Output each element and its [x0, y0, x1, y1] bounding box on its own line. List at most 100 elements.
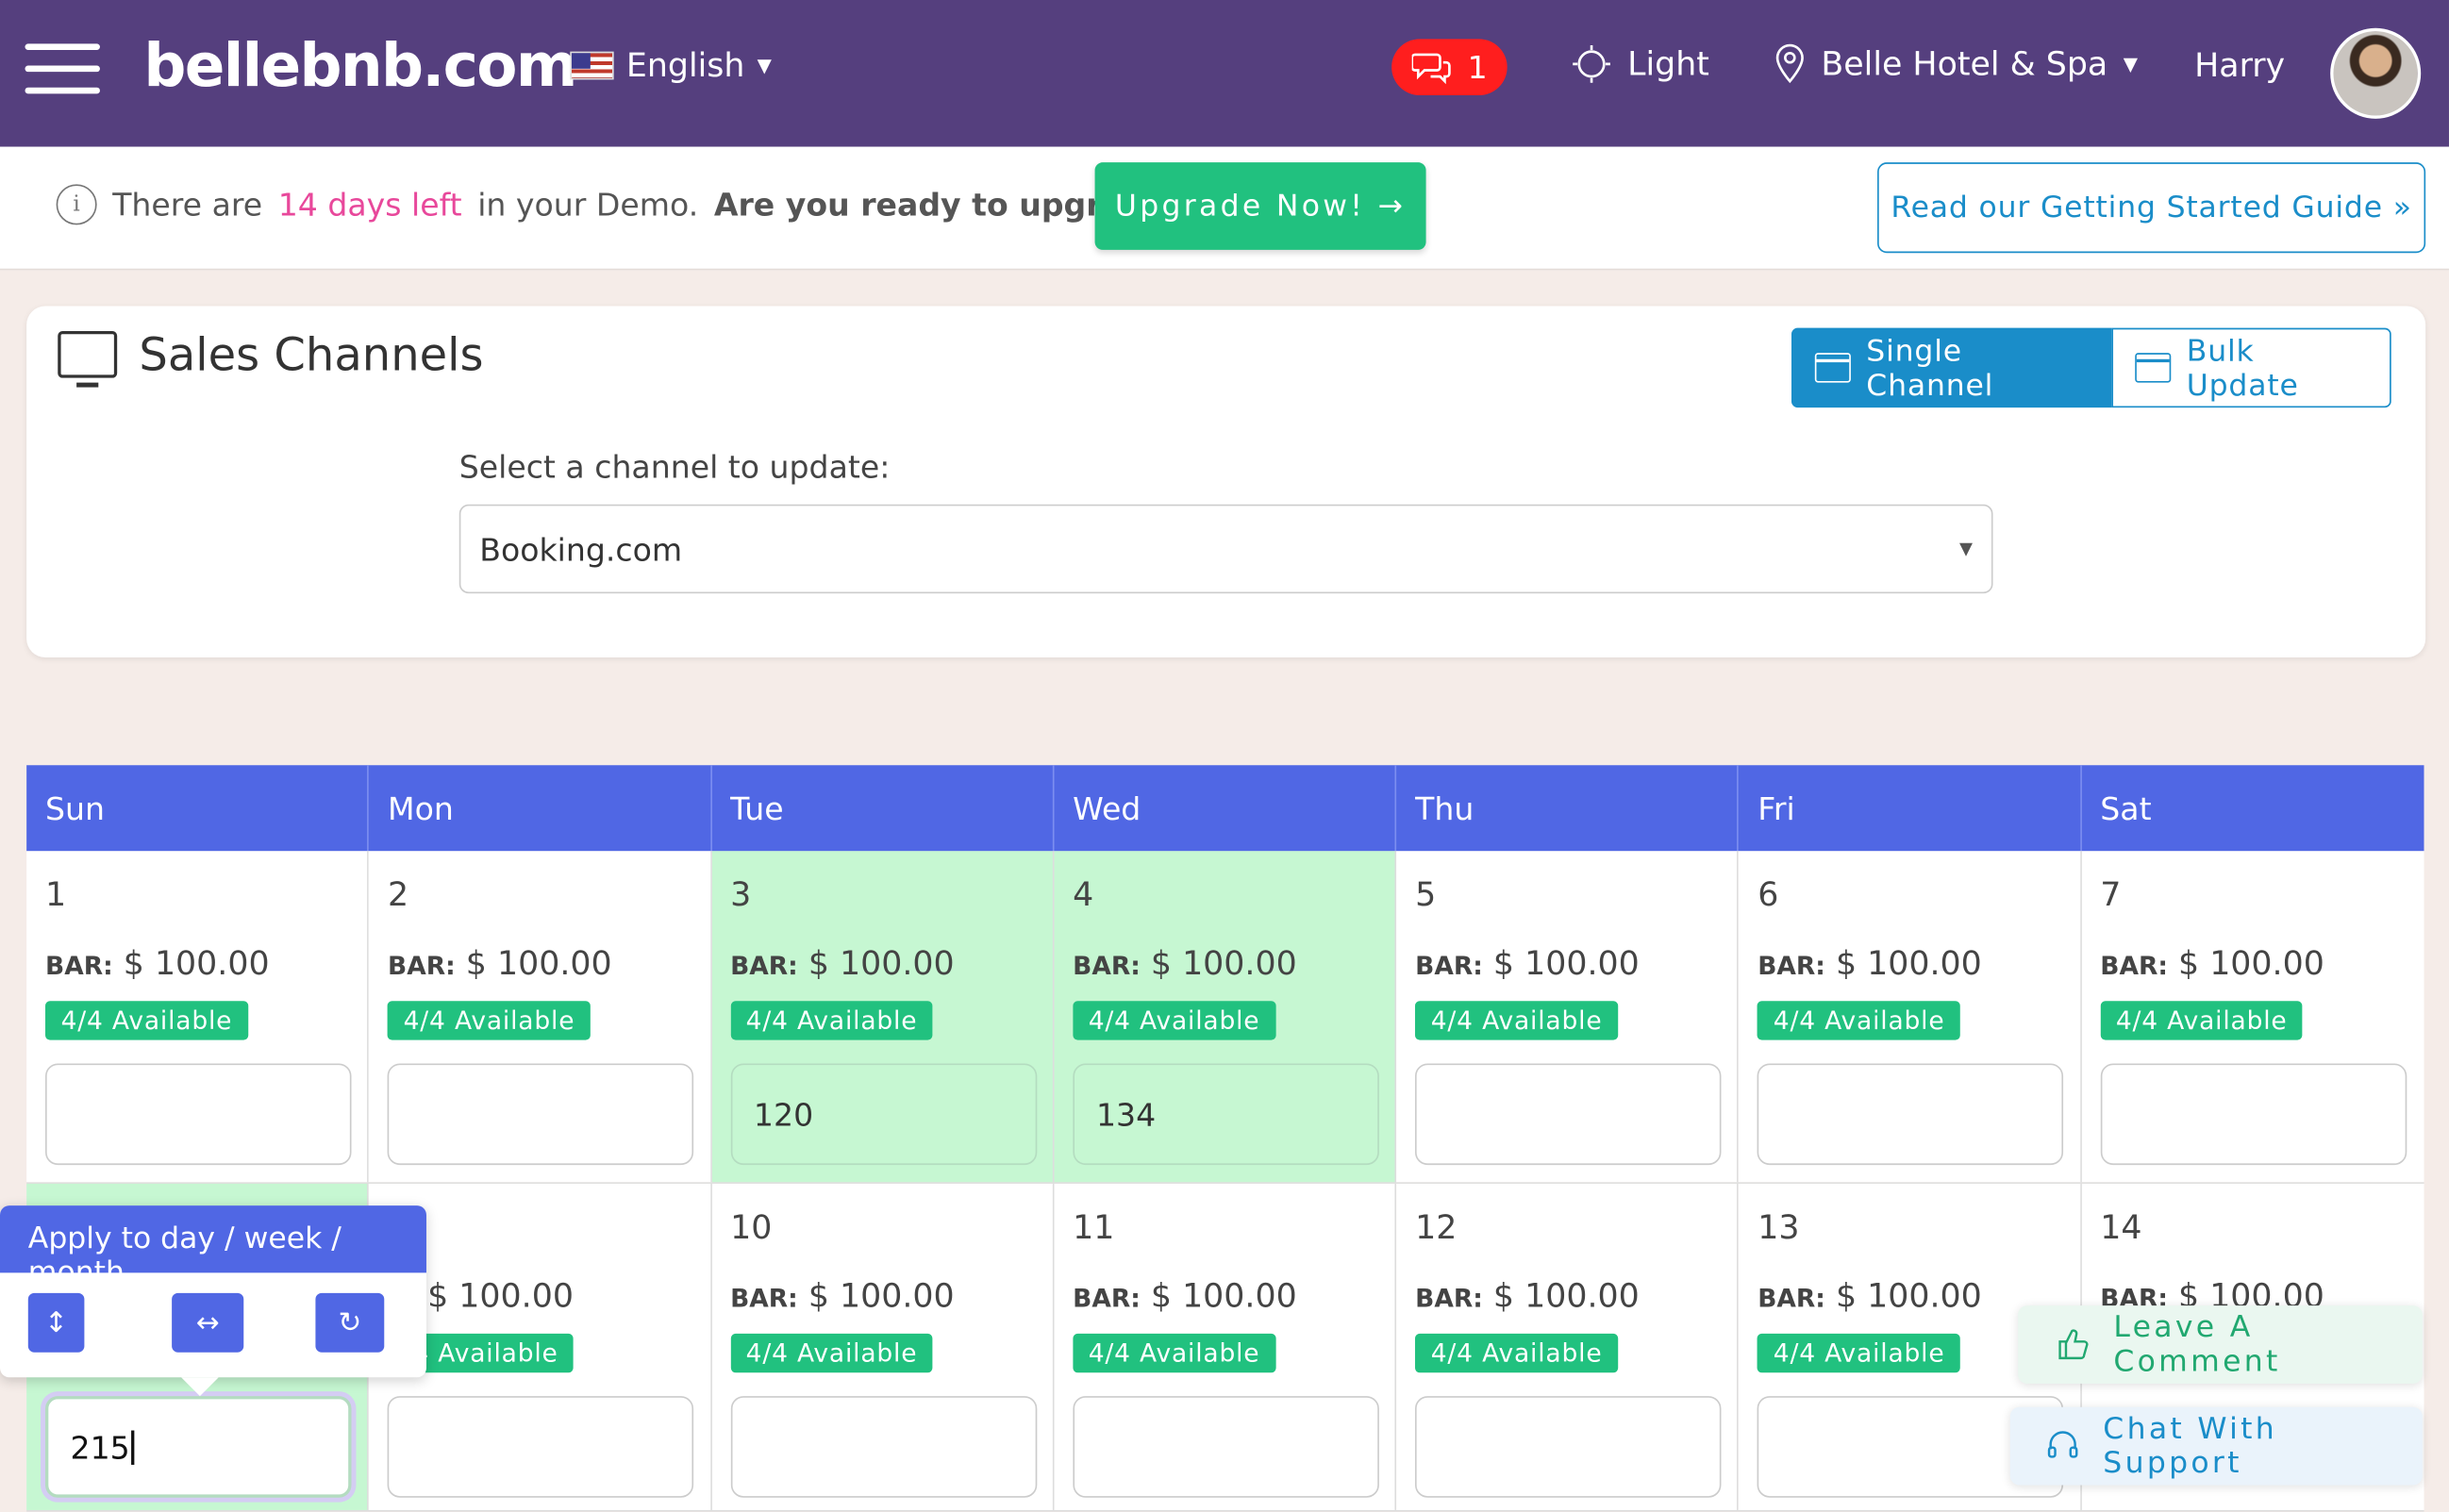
chevron-down-icon: ▼ — [2123, 53, 2139, 75]
chat-support-button[interactable]: Chat With Support — [2009, 1406, 2423, 1486]
language-selector[interactable]: English ▼ — [570, 46, 772, 85]
demo-middle: in your Demo. — [477, 186, 699, 224]
days-left: 14 days left — [277, 186, 462, 224]
weekday-header: Sat — [2100, 789, 2152, 828]
rate-input[interactable] — [1415, 1063, 1722, 1166]
bulk-update-button[interactable]: Bulk Update — [2111, 327, 2391, 408]
leave-comment-button[interactable]: Leave A Comment — [2018, 1305, 2423, 1384]
rate-input[interactable] — [1758, 1063, 2064, 1166]
bar-label: BAR: — [2100, 951, 2168, 981]
top-navbar: bellebnb.com English ▼ 1 Light Belle Hot… — [0, 0, 2449, 147]
bar-price: BAR: $ 100.00 — [1415, 945, 1640, 983]
availability-badge: 4/4 Available — [45, 1001, 248, 1040]
upgrade-button[interactable]: Upgrade Now! → — [1094, 162, 1426, 250]
calendar-day-cell[interactable]: 1 BAR: $ 100.00 4/4 Available — [26, 851, 370, 1183]
apply-week-button[interactable]: ↕ — [27, 1292, 85, 1353]
calendar-day-cell[interactable]: 10 BAR: $ 100.00 4/4 Available — [711, 1183, 1055, 1510]
calendar-day-cell[interactable]: 7 BAR: $ 100.00 4/4 Available — [2081, 851, 2424, 1183]
availability-badge: 4/4 Available — [1758, 1333, 1961, 1373]
chevron-down-icon: ▼ — [757, 54, 772, 77]
rate-input[interactable]: 134 — [1073, 1063, 1379, 1166]
apply-row-button[interactable]: ↔ — [172, 1292, 244, 1353]
availability-badge: 4/4 Available — [1415, 1001, 1619, 1040]
page-title: Sales Channels — [58, 328, 484, 388]
theme-toggle[interactable]: Light — [1572, 43, 1709, 84]
bar-label: BAR: — [1758, 1283, 1825, 1314]
bar-label: BAR: — [1073, 1283, 1141, 1314]
menu-icon[interactable] — [25, 43, 100, 94]
messages-button[interactable]: 1 — [1391, 39, 1508, 95]
popover-title: Apply to day / week / month — [0, 1205, 426, 1290]
headset-icon — [2047, 1431, 2078, 1458]
leave-comment-label: Leave A Comment — [2113, 1310, 2281, 1379]
bar-price: BAR: $ 100.00 — [388, 945, 612, 983]
availability-badge: 4/4 Available — [1073, 1001, 1275, 1040]
language-label: English — [625, 46, 745, 85]
channel-select-value: Booking.com — [479, 530, 683, 568]
rate-input[interactable]: 120 — [730, 1063, 1037, 1166]
bar-price: BAR: $ 100.00 — [1073, 1277, 1297, 1315]
weekday-header: Mon — [369, 765, 712, 852]
rate-input[interactable] — [1073, 1396, 1379, 1498]
calendar-day-cell[interactable]: 3 BAR: $ 100.00 4/4 Available 120 — [711, 851, 1055, 1183]
availability-badge: 4/4 Available — [1073, 1333, 1275, 1373]
price-value: $ 100.00 — [1835, 1277, 1982, 1316]
price-value: $ 100.00 — [1835, 944, 1982, 983]
bar-label: BAR: — [45, 951, 113, 981]
day-number: 11 — [1073, 1208, 1115, 1247]
bar-label: BAR: — [388, 951, 456, 981]
rate-input[interactable] — [388, 1396, 694, 1498]
user-avatar[interactable] — [2330, 27, 2422, 119]
text-cursor — [131, 1429, 134, 1465]
rate-input[interactable] — [1415, 1396, 1722, 1498]
message-count: 1 — [1467, 48, 1488, 87]
calendar-day-cell[interactable]: 2 BAR: $ 100.00 4/4 Available — [369, 851, 712, 1183]
chat-bubbles-icon — [1411, 53, 1451, 85]
price-value: $ 100.00 — [465, 944, 612, 983]
availability-badge: 4/4 Available — [730, 1001, 933, 1040]
app-logo[interactable]: bellebnb.com — [143, 31, 577, 100]
price-value: $ 100.00 — [808, 1277, 955, 1316]
rate-input-active[interactable]: 215 — [45, 1396, 352, 1498]
calendar-day-cell[interactable]: 6 BAR: $ 100.00 4/4 Available — [1739, 851, 2082, 1183]
bar-label: BAR: — [1073, 951, 1141, 981]
apply-popover: Apply to day / week / month ↕ ↔ ↻ — [0, 1205, 426, 1397]
apply-month-button[interactable]: ↻ — [315, 1292, 385, 1353]
rate-input-value: 215 — [70, 1428, 130, 1466]
bar-label: BAR: — [730, 951, 798, 981]
chat-support-label: Chat With Support — [2103, 1411, 2278, 1481]
calendar-day-cell[interactable]: 12 BAR: $ 100.00 4/4 Available — [1396, 1183, 1740, 1510]
single-channel-button[interactable]: Single Channel — [1791, 327, 2112, 408]
channel-select[interactable]: Booking.com ▼ — [458, 504, 1993, 594]
calendar-day-cell[interactable]: 5 BAR: $ 100.00 4/4 Available — [1396, 851, 1740, 1183]
calendar-header: Sun Mon Tue Wed Thu Fri Sat — [26, 765, 2424, 852]
weekday-header: Thu — [1396, 765, 1740, 852]
hotel-name: Belle Hotel & Spa — [1821, 45, 2108, 83]
weekday-header: Tue — [711, 765, 1055, 852]
single-channel-label: Single Channel — [1866, 333, 1994, 403]
rate-input[interactable] — [45, 1063, 352, 1166]
rate-input[interactable] — [730, 1396, 1037, 1498]
rate-input[interactable] — [2100, 1063, 2407, 1166]
calendar-day-cell[interactable]: 11 BAR: $ 100.00 4/4 Available — [1054, 1183, 1397, 1510]
user-name[interactable]: Harry — [2194, 47, 2285, 85]
day-number: 14 — [2100, 1208, 2142, 1247]
bar-price: BAR: $ 100.00 — [730, 1277, 955, 1315]
day-number: 7 — [2100, 875, 2122, 914]
bar-label: BAR: — [1415, 1283, 1483, 1314]
getting-started-guide-button[interactable]: Read our Getting Started Guide » — [1877, 162, 2426, 254]
price-value: $ 100.00 — [1492, 1277, 1640, 1316]
calendar-day-cell[interactable]: 4 BAR: $ 100.00 4/4 Available 134 — [1054, 851, 1397, 1183]
availability-badge: 4/4 Available — [2100, 1001, 2304, 1040]
hotel-selector[interactable]: Belle Hotel & Spa ▼ — [1774, 43, 2138, 84]
rate-input[interactable] — [388, 1063, 694, 1166]
thumbs-up-icon — [2058, 1329, 2089, 1360]
demo-notice-bar: i There are 14 days left in your Demo. A… — [0, 146, 2449, 271]
rate-calendar: Sun Mon Tue Wed Thu Fri Sat 1 BAR: $ 100… — [26, 765, 2424, 1512]
weekday-header: Fri — [1739, 765, 2082, 852]
day-number: 10 — [730, 1208, 773, 1247]
popover-arrow — [181, 1377, 219, 1397]
bar-label: BAR: — [730, 1283, 798, 1314]
theme-label: Light — [1627, 45, 1709, 83]
availability-badge: 4/4 Available — [388, 1001, 591, 1040]
